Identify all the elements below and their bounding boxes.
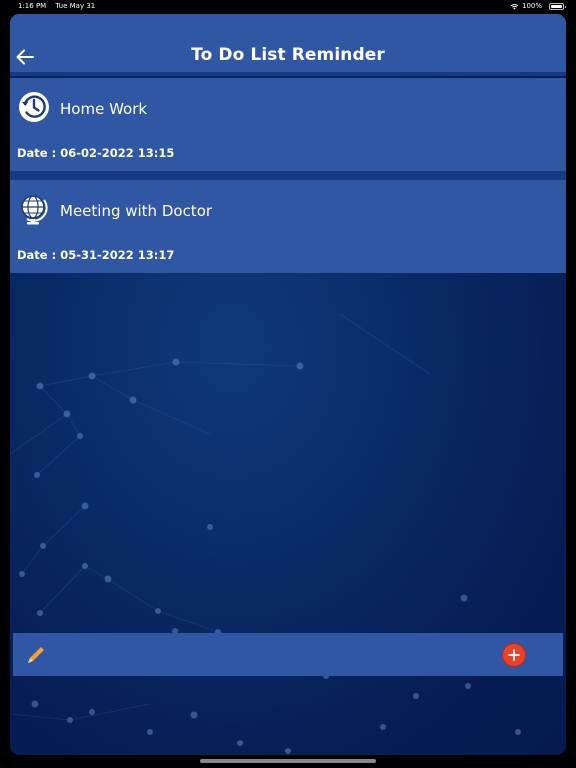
globe-icon bbox=[17, 192, 51, 226]
page-title: To Do List Reminder bbox=[191, 45, 385, 65]
task-date: Date : 06-02-2022 13:15 bbox=[17, 146, 175, 160]
status-bar: 1:16 PM Tue May 31 100% bbox=[0, 0, 576, 13]
app-header: To Do List Reminder bbox=[10, 14, 566, 72]
app-screen: To Do List Reminder Home Work Date : 06-… bbox=[10, 14, 566, 755]
task-item-meeting-with-doctor[interactable]: Meeting with Doctor Date : 05-31-2022 13… bbox=[10, 180, 566, 273]
wifi-icon bbox=[510, 4, 519, 10]
history-clock-icon bbox=[17, 90, 51, 124]
task-title: Meeting with Doctor bbox=[60, 202, 213, 220]
status-time: 1:16 PM bbox=[18, 2, 47, 10]
battery-icon bbox=[549, 3, 566, 10]
pencil-icon[interactable] bbox=[25, 644, 47, 666]
task-item-home-work[interactable]: Home Work Date : 06-02-2022 13:15 bbox=[10, 78, 566, 171]
header-divider bbox=[10, 72, 566, 76]
battery-percent: 100% bbox=[521, 2, 542, 10]
task-date: Date : 05-31-2022 13:17 bbox=[17, 248, 175, 262]
device: 1:16 PM Tue May 31 100% To Do List Remin… bbox=[0, 0, 576, 768]
task-title: Home Work bbox=[60, 100, 148, 118]
add-task-button[interactable] bbox=[502, 643, 526, 667]
status-date: Tue May 31 bbox=[55, 2, 96, 10]
bottom-toolbar bbox=[13, 633, 563, 676]
task-divider bbox=[10, 171, 566, 180]
home-indicator bbox=[200, 759, 376, 763]
plus-icon bbox=[508, 649, 520, 661]
